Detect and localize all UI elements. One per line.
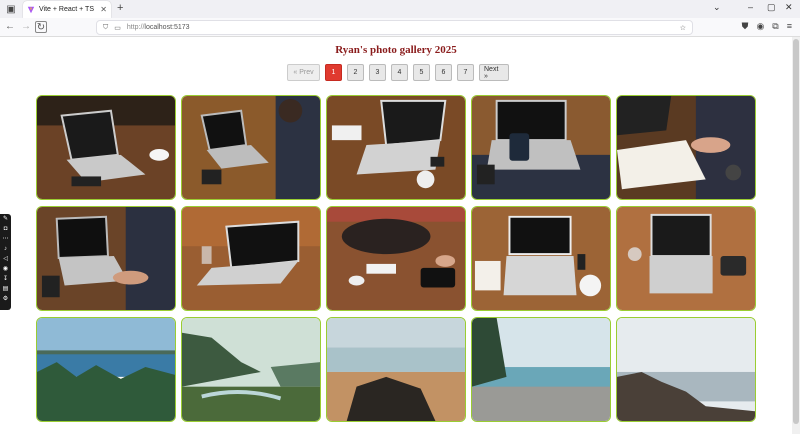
pagination: « Prev 1 2 3 4 5 6 7 Next » bbox=[287, 64, 509, 81]
page-content: Ryan's photo gallery 2025 « Prev 1 2 3 4… bbox=[0, 37, 792, 434]
photo-misty-valley bbox=[182, 318, 320, 421]
page-button-2[interactable]: 2 bbox=[347, 64, 364, 81]
back-icon[interactable]: ← bbox=[4, 21, 16, 33]
page-button-6[interactable]: 6 bbox=[435, 64, 452, 81]
navigation-bar: ← → ↻ ⛉ ▭ http://localhost:5173 ☆ ⛊ ◉ ⧉ … bbox=[0, 18, 800, 37]
page-title: Ryan's photo gallery 2025 bbox=[335, 44, 457, 56]
settings-icon[interactable]: ⚙ bbox=[2, 296, 9, 303]
photo-pebble-beach bbox=[472, 318, 610, 421]
address-bar[interactable]: ⛉ ▭ http://localhost:5173 ☆ bbox=[96, 20, 693, 35]
photo-laptop-notebook bbox=[472, 207, 610, 310]
photo-tile[interactable] bbox=[181, 95, 321, 200]
photo-tile[interactable] bbox=[36, 95, 176, 200]
photo-tile[interactable] bbox=[616, 206, 756, 311]
edit-icon[interactable]: ✎ bbox=[2, 216, 9, 223]
photo-laptop-coffee bbox=[327, 96, 465, 199]
chevron-down-icon[interactable]: ⌄ bbox=[713, 2, 721, 13]
minimize-icon[interactable]: – bbox=[748, 2, 753, 12]
maximize-icon[interactable]: ▢ bbox=[767, 2, 776, 13]
bookmark-star-icon[interactable]: ☆ bbox=[680, 24, 686, 32]
tab-bar: ▣ Vite + React + TS ✕ + ⌄ – ▢ ✕ bbox=[0, 0, 800, 18]
photo-tile[interactable] bbox=[36, 317, 176, 422]
extensions-icon[interactable]: ⧉ bbox=[772, 21, 778, 32]
page-button-1[interactable]: 1 bbox=[325, 64, 342, 81]
photo-tile[interactable] bbox=[181, 317, 321, 422]
chat-icon[interactable]: ▤ bbox=[2, 286, 9, 293]
photo-laptop-desk bbox=[182, 207, 320, 310]
speaker-icon[interactable]: ◁ bbox=[2, 256, 9, 263]
reload-icon[interactable]: ↻ bbox=[35, 21, 47, 33]
browser-window: ▣ Vite + React + TS ✕ + ⌄ – ▢ ✕ ← → ↻ ⛉ … bbox=[0, 0, 800, 434]
photo-tile[interactable] bbox=[616, 317, 756, 422]
photo-phone-laptop bbox=[472, 96, 610, 199]
photo-person-typing bbox=[182, 96, 320, 199]
more-icon[interactable]: ⋯ bbox=[2, 236, 9, 243]
page-scrollbar[interactable] bbox=[792, 37, 800, 434]
prev-button[interactable]: « Prev bbox=[287, 64, 320, 81]
pocket-icon[interactable]: ⛊ bbox=[742, 21, 749, 32]
camera-icon[interactable]: ◘ bbox=[2, 226, 9, 233]
new-tab-icon[interactable]: + bbox=[117, 2, 123, 14]
photo-tile[interactable] bbox=[326, 206, 466, 311]
photo-laptop-table bbox=[37, 96, 175, 199]
photo-tile[interactable] bbox=[326, 317, 466, 422]
account-icon[interactable]: ◉ bbox=[756, 21, 764, 32]
photo-foggy-shore bbox=[617, 318, 755, 421]
photo-laptop-phone-glass bbox=[617, 207, 755, 310]
photo-tile[interactable] bbox=[471, 206, 611, 311]
photo-coastal-lake bbox=[37, 318, 175, 421]
photo-tile[interactable] bbox=[36, 206, 176, 311]
forward-icon[interactable]: → bbox=[20, 21, 32, 33]
shield-icon: ⛉ bbox=[103, 23, 109, 31]
microphone-icon[interactable]: ♪ bbox=[2, 246, 9, 253]
floating-side-toolbar: ✎ ◘ ⋯ ♪ ◁ ◉ ↧ ▤ ⚙ bbox=[0, 214, 11, 310]
tab-title: Vite + React + TS bbox=[39, 6, 94, 13]
scrollbar-thumb[interactable] bbox=[793, 39, 799, 424]
toolbar-icons: ⛊ ◉ ⧉ ≡ bbox=[742, 21, 792, 32]
photo-tile[interactable] bbox=[616, 95, 756, 200]
page-button-4[interactable]: 4 bbox=[391, 64, 408, 81]
page-button-5[interactable]: 5 bbox=[413, 64, 430, 81]
browser-tab[interactable]: Vite + React + TS ✕ bbox=[23, 1, 111, 18]
page-info-icon[interactable]: ▭ bbox=[114, 24, 121, 32]
photo-tile[interactable] bbox=[471, 317, 611, 422]
record-icon[interactable]: ◉ bbox=[2, 266, 9, 273]
photo-grid bbox=[36, 95, 756, 422]
photo-notebook-writing bbox=[617, 96, 755, 199]
url-path: localhost:5173 bbox=[144, 24, 190, 31]
close-tab-icon[interactable]: ✕ bbox=[100, 5, 107, 14]
photo-desk-bag-tablet bbox=[327, 207, 465, 310]
page-button-3[interactable]: 3 bbox=[369, 64, 386, 81]
photo-hands-typing bbox=[37, 207, 175, 310]
photo-tile[interactable] bbox=[326, 95, 466, 200]
menu-icon[interactable]: ≡ bbox=[787, 21, 792, 32]
photo-rocky-beach bbox=[327, 318, 465, 421]
page-button-7[interactable]: 7 bbox=[457, 64, 474, 81]
next-button[interactable]: Next » bbox=[479, 64, 509, 81]
photo-tile[interactable] bbox=[181, 206, 321, 311]
vite-icon bbox=[27, 6, 35, 13]
url-host: http:// bbox=[126, 24, 145, 31]
close-window-icon[interactable]: ✕ bbox=[785, 2, 793, 13]
tab-list-icon[interactable]: ▣ bbox=[3, 1, 19, 17]
download-icon[interactable]: ↧ bbox=[2, 276, 9, 283]
photo-tile[interactable] bbox=[471, 95, 611, 200]
